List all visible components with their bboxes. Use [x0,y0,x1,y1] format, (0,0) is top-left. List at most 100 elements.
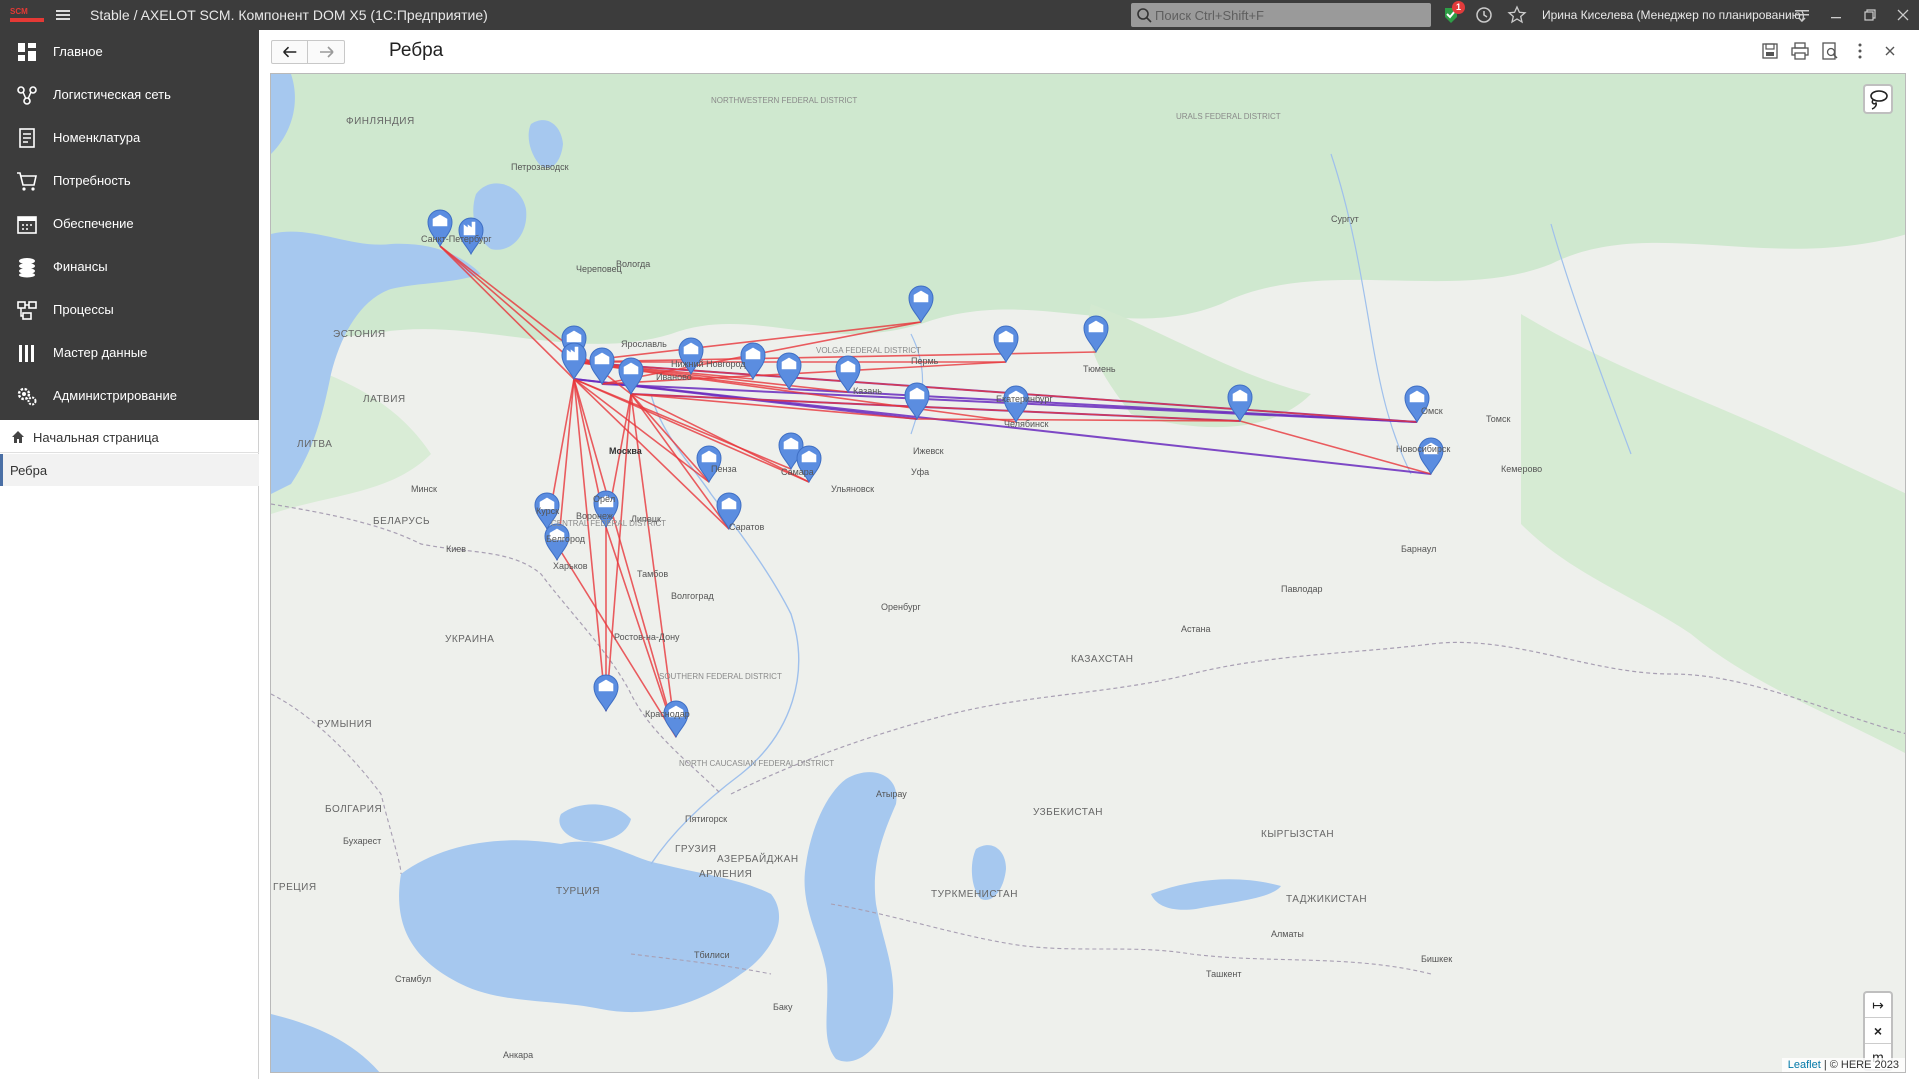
measure-distance-button[interactable]: ↦ [1865,993,1891,1018]
map-city-label: Нижний Новгород [671,359,746,369]
print-icon[interactable] [1790,41,1810,61]
map-country-label: ФИНЛЯНДИЯ [346,116,415,127]
section-label: Главное [53,44,103,59]
map-city-label: Петрозаводск [511,162,569,172]
map-city-label: Иваново [656,372,692,382]
map-country-label: АРМЕНИЯ [699,869,753,880]
map-city-label: Томск [1486,414,1511,424]
settings-menu-icon[interactable] [1792,5,1812,25]
search-icon [1137,8,1152,23]
close-icon[interactable] [1880,41,1900,61]
sections-panel: Главное Логистическая сеть Номенклатура … [0,30,259,420]
map-country-label: КЫРГЫЗСТАН [1261,829,1335,840]
map-canvas[interactable] [271,74,1906,1073]
master-data-icon [19,345,34,362]
map-city-label: Уфа [911,467,930,477]
notification-badge: 1 [1452,1,1465,14]
section-label: Номенклатура [53,130,141,145]
favorites-star-icon[interactable] [1507,5,1527,25]
map-region-label: NORTHWESTERN FEDERAL DISTRICT [711,96,858,105]
map-country-label: ЭСТОНИЯ [333,329,386,340]
map-city-label: Ростов-на-Дону [614,632,680,642]
more-icon[interactable] [1850,41,1870,61]
map-city-label: Пенза [711,464,737,474]
save-icon[interactable] [1760,41,1780,61]
map-city-label: Ярославль [621,339,667,349]
section-label: Обеспечение [53,216,134,231]
main-area: Ребра NORTHWESTERN FEDERAL DISTRICT URAL… [260,30,1919,1079]
map-city-label: Пермь [911,356,939,366]
menu-icon[interactable] [53,5,73,25]
section-supply[interactable]: Обеспечение [0,202,259,245]
section-label: Процессы [53,302,114,317]
map-city-label: Тамбов [637,569,669,579]
map-city-label: Бухарест [343,836,382,846]
section-finance[interactable]: Финансы [0,245,259,288]
nav-home-page[interactable]: Начальная страница [0,422,259,452]
section-demand[interactable]: Потребность [0,159,259,202]
map-city-label: Казань [853,386,882,396]
map-country-label: БЕЛАРУСЬ [373,516,431,527]
map-attribution: Leaflet | © HERE 2023 [1781,1058,1905,1072]
leaflet-link[interactable]: Leaflet [1788,1059,1821,1071]
map-city-label: Санкт-Петербург [421,234,492,244]
section-nomenclature[interactable]: Номенклатура [0,116,259,159]
map-city-label: Бишкек [1421,954,1453,964]
map-country-label: ТАДЖИКИСТАН [1286,894,1368,905]
search-input[interactable] [1155,5,1425,25]
map-city-label: Минск [411,484,437,494]
map-country-label: ТУРКМЕНИСТАН [931,889,1018,900]
lasso-select-button[interactable] [1863,84,1893,114]
minimize-icon[interactable] [1826,5,1846,25]
map-city-label: Стамбул [395,974,432,984]
map-city-label: Москва [609,446,642,456]
app-logo: SCM [10,7,44,22]
catalog-icon [19,128,35,148]
map-country-label: ГРУЗИЯ [675,844,717,855]
map-city-label: Воронеж [576,511,613,521]
map-city-label: Новосибирск [1396,444,1451,454]
section-administration[interactable]: Администрирование [0,374,259,417]
map-view[interactable]: NORTHWESTERN FEDERAL DISTRICT URALS FEDE… [270,73,1906,1073]
section-master-data[interactable]: Мастер данные [0,331,259,374]
map-country-label: УЗБЕКИСТАН [1033,807,1103,818]
attribution-text: | © HERE 2023 [1820,1059,1899,1071]
section-main[interactable]: Главное [0,30,259,73]
map-region-label: SOUTHERN FEDERAL DISTRICT [659,672,782,681]
title-bar: SCM Stable / AXELOT SCM. Компонент DOM X… [0,0,1919,30]
process-icon [17,301,37,320]
map-city-label: Ульяновск [831,484,875,494]
map-city-label: Харьков [553,561,588,571]
close-icon[interactable] [1893,5,1913,25]
nav-open-tab[interactable]: Ребра [0,454,259,486]
global-search[interactable] [1131,3,1431,27]
svg-text:SCM: SCM [10,7,28,16]
map-region-label: URALS FEDERAL DISTRICT [1176,112,1281,121]
history-icon[interactable] [1474,5,1494,25]
clear-measure-button[interactable]: × [1865,1019,1891,1044]
map-country-label: БОЛГАРИЯ [325,804,383,815]
map-city-label: Самара [781,467,814,477]
preview-icon[interactable] [1820,41,1840,61]
back-button[interactable] [272,41,308,63]
map-country-label: АЗЕРБАЙДЖАН [717,854,799,865]
section-processes[interactable]: Процессы [0,288,259,331]
map-city-label: Краснодар [645,709,690,719]
section-logistics-network[interactable]: Логистическая сеть [0,73,259,116]
map-country-label: ГРЕЦИЯ [273,882,317,893]
current-user[interactable]: Ирина Киселева (Менеджер по планированию… [1542,8,1805,22]
section-label: Логистическая сеть [53,87,171,102]
map-city-label: Пятигорск [685,814,728,824]
section-label: Потребность [53,173,131,188]
map-city-label: Челябинск [1004,419,1049,429]
dashboard-icon [18,43,36,61]
lasso-icon [1870,90,1888,110]
forward-button[interactable] [309,41,345,63]
map-city-label: Белгород [546,534,586,544]
restore-icon[interactable] [1860,5,1880,25]
map-region-label: VOLGA FEDERAL DISTRICT [816,346,922,355]
nav-open-tab-label: Ребра [10,463,48,478]
coins-icon [19,258,35,278]
map-city-label: Липецк [631,514,661,524]
gears-icon [17,387,37,406]
